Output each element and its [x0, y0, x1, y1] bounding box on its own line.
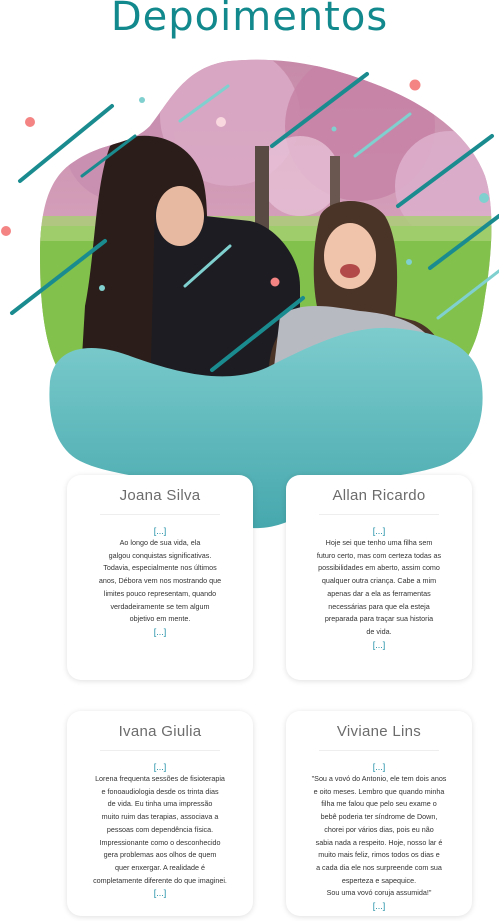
ellipsis-open: [...]: [153, 526, 167, 536]
divider: [319, 514, 439, 515]
testimonial-author: Joana Silva: [119, 487, 201, 504]
divider: [319, 750, 439, 751]
testimonial-card: Viviane Lins [...] "Sou a vovó do Antoni…: [286, 711, 472, 916]
ellipsis-open: [...]: [153, 762, 167, 772]
divider: [100, 750, 220, 751]
testimonial-card: Ivana Giulia [...] Lorena frequenta sess…: [67, 711, 253, 916]
hero-illustration: [0, 56, 499, 531]
testimonial-text: "Sou a vovó do Antonio, ele tem dois ano…: [311, 774, 447, 898]
ellipsis-close: [...]: [372, 639, 386, 650]
ellipsis-close: [...]: [153, 888, 167, 899]
ellipsis-close: [...]: [153, 626, 167, 637]
ellipsis-open: [...]: [372, 762, 386, 772]
page-title: Depoimentos: [110, 0, 389, 40]
testimonial-text: Ao longo de sua vida, ela galgou conquis…: [98, 538, 222, 624]
ellipsis-close: [...]: [372, 901, 386, 912]
testimonial-author: Viviane Lins: [336, 723, 422, 740]
testimonial-author: Ivana Giulia: [118, 723, 202, 740]
testimonial-card: Joana Silva [...] Ao longo de sua vida, …: [67, 475, 253, 680]
ellipsis-open: [...]: [372, 526, 386, 536]
testimonial-author: Allan Ricardo: [332, 487, 426, 504]
testimonial-text: Lorena frequenta sessões de fisioterapia…: [93, 774, 227, 885]
hero-photo-collage: [1, 59, 499, 529]
testimonial-card: Allan Ricardo [...] Hoje sei que tenho u…: [286, 475, 472, 680]
testimonial-text: Hoje sei que tenho uma filha sem futuro …: [316, 538, 442, 636]
divider: [100, 514, 220, 515]
